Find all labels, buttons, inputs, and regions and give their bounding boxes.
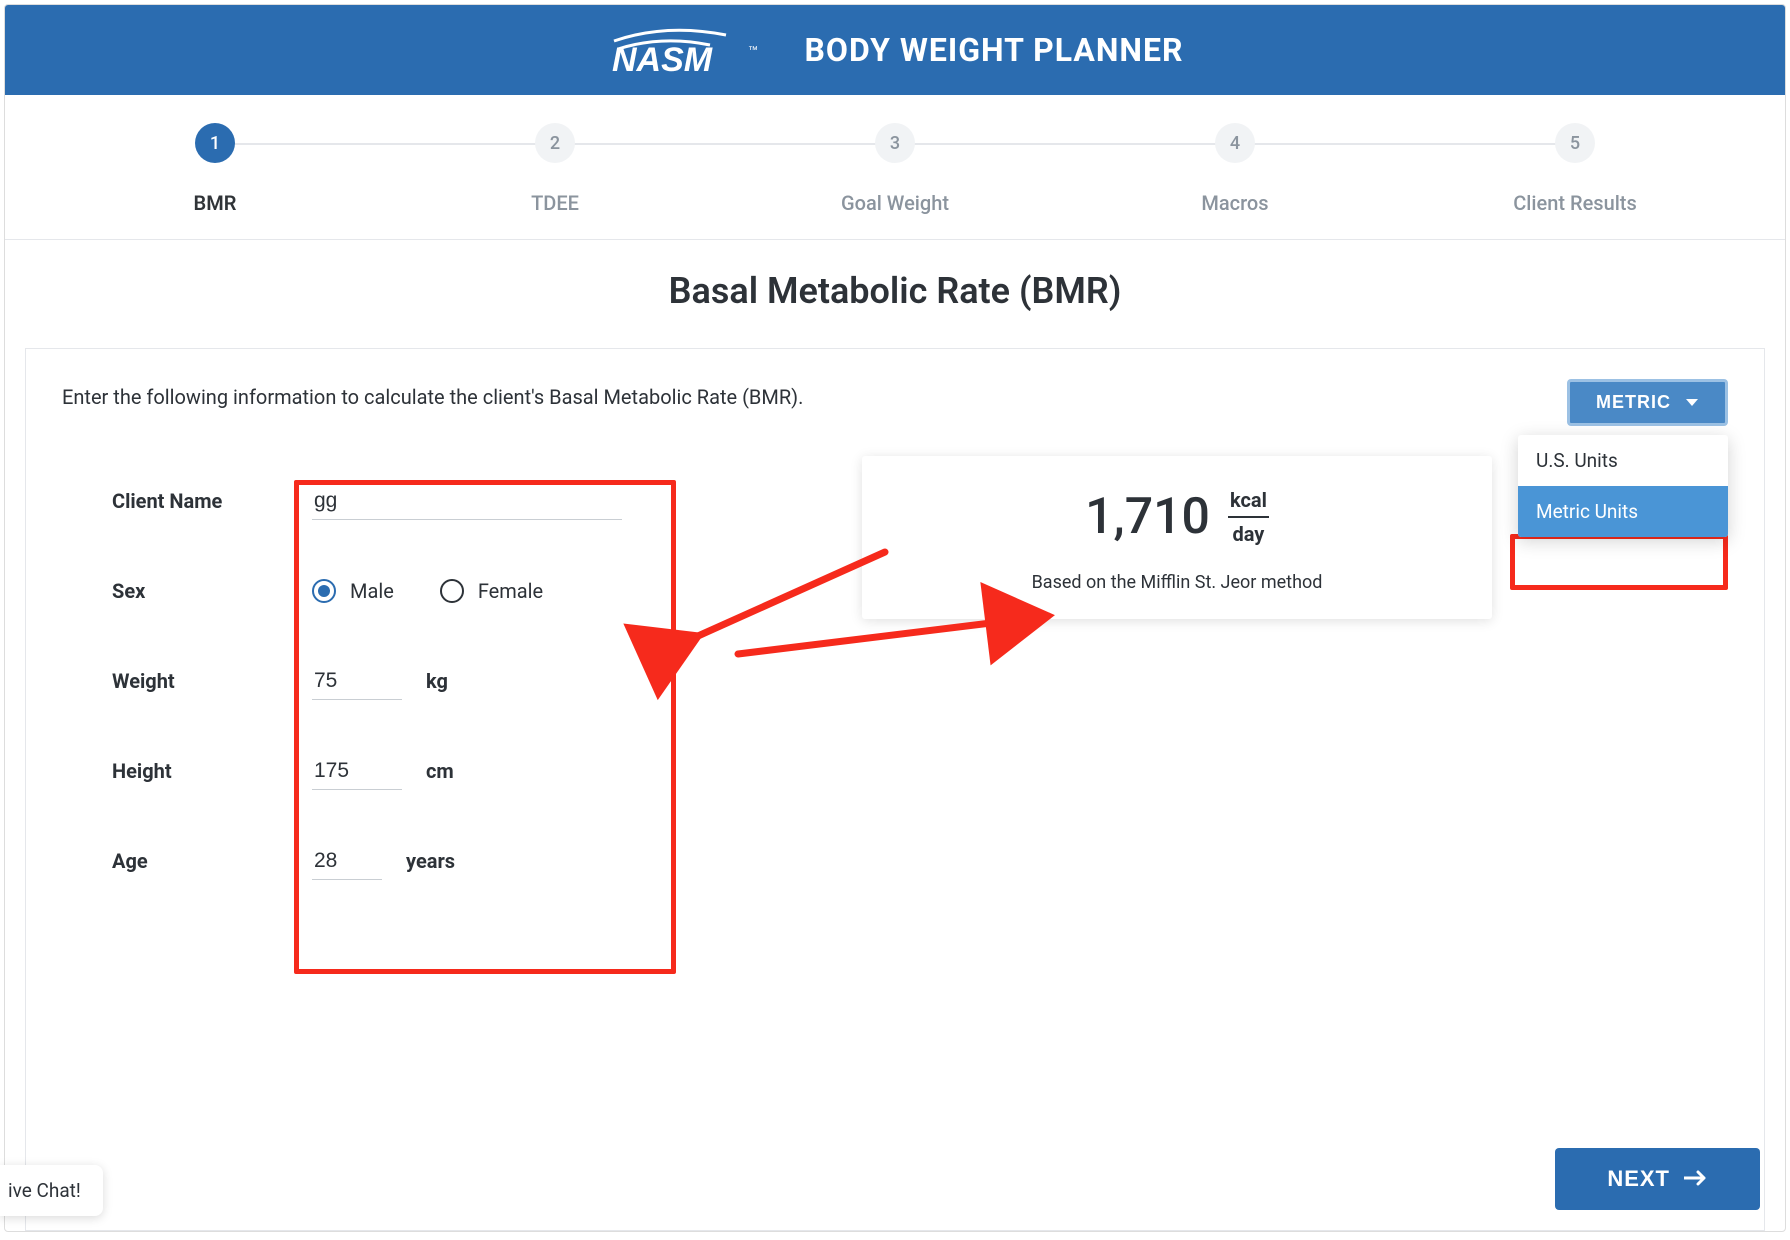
row-weight: Weight kg — [112, 636, 682, 726]
input-age[interactable] — [312, 843, 382, 880]
units-option-metric[interactable]: Metric Units — [1518, 486, 1728, 537]
result-value: 1,710 — [1085, 488, 1210, 546]
step-connector — [555, 143, 895, 145]
radio-female-label: Female — [478, 579, 543, 603]
step-number: 2 — [535, 123, 575, 163]
input-weight[interactable] — [312, 663, 402, 700]
step-connector — [1235, 143, 1575, 145]
unit-age: years — [406, 849, 455, 873]
step-bmr[interactable]: 1 BMR — [45, 123, 385, 215]
form-left: Client Name Sex Male Female — [62, 456, 702, 906]
svg-text:™: ™ — [748, 45, 758, 56]
step-label: Macros — [1201, 191, 1268, 215]
svg-text:NASM: NASM — [612, 41, 713, 77]
result-top: 1,710 kcal day — [892, 488, 1462, 546]
label-age: Age — [112, 849, 312, 873]
step-label: BMR — [194, 191, 237, 215]
arrow-right-icon — [1684, 1166, 1708, 1192]
nasm-logo-icon: NASM ™ — [606, 23, 786, 77]
radio-icon — [312, 579, 336, 603]
units-dropdown-wrap: METRIC U.S. Units Metric Units — [1567, 379, 1728, 426]
next-button[interactable]: NEXT — [1555, 1148, 1760, 1210]
progress-stepper: 1 BMR 2 TDEE 3 Goal Weight 4 Macros 5 Cl… — [5, 95, 1785, 240]
result-unit-bottom: day — [1232, 518, 1264, 546]
step-macros[interactable]: 4 Macros — [1065, 123, 1405, 215]
units-dropdown-menu: U.S. Units Metric Units — [1518, 435, 1728, 537]
next-button-label: NEXT — [1607, 1166, 1670, 1192]
result-unit-fraction: kcal day — [1228, 488, 1269, 546]
step-number: 3 — [875, 123, 915, 163]
bmr-card: Enter the following information to calcu… — [25, 348, 1765, 1231]
step-number: 4 — [1215, 123, 1255, 163]
unit-weight: kg — [426, 669, 448, 693]
step-connector — [895, 143, 1235, 145]
radio-male-label: Male — [350, 579, 394, 603]
input-client-name[interactable] — [312, 483, 622, 520]
app-title: BODY WEIGHT PLANNER — [804, 31, 1183, 69]
live-chat-widget[interactable]: ive Chat! — [4, 1165, 103, 1216]
radio-icon — [440, 579, 464, 603]
units-dropdown-button[interactable]: METRIC — [1567, 379, 1728, 426]
row-age: Age years — [112, 816, 682, 906]
app-header: NASM ™ BODY WEIGHT PLANNER — [5, 5, 1785, 95]
page-title: Basal Metabolic Rate (BMR) — [25, 270, 1765, 312]
step-tdee[interactable]: 2 TDEE — [385, 123, 725, 215]
chat-label: ive Chat! — [8, 1179, 81, 1202]
radio-female[interactable]: Female — [440, 579, 543, 603]
unit-height: cm — [426, 759, 454, 783]
instruction-text: Enter the following information to calcu… — [62, 379, 803, 409]
row-client-name: Client Name — [112, 456, 682, 546]
result-unit-top: kcal — [1228, 488, 1269, 518]
caret-down-icon — [1685, 392, 1699, 413]
step-label: Client Results — [1513, 191, 1637, 215]
sex-radio-group: Male Female — [312, 579, 543, 603]
radio-male[interactable]: Male — [312, 579, 394, 603]
card-topbar: Enter the following information to calcu… — [62, 379, 1728, 426]
step-label: TDEE — [531, 191, 579, 215]
label-client-name: Client Name — [112, 489, 312, 513]
step-connector — [215, 143, 555, 145]
form-area: Client Name Sex Male Female — [62, 456, 1728, 906]
step-goal-weight[interactable]: 3 Goal Weight — [725, 123, 1065, 215]
step-client-results[interactable]: 5 Client Results — [1405, 123, 1745, 215]
app-frame: NASM ™ BODY WEIGHT PLANNER 1 BMR 2 TDEE … — [4, 4, 1786, 1232]
step-number: 5 — [1555, 123, 1595, 163]
label-sex: Sex — [112, 579, 312, 603]
row-sex: Sex Male Female — [112, 546, 682, 636]
step-number: 1 — [195, 123, 235, 163]
label-weight: Weight — [112, 669, 312, 693]
input-height[interactable] — [312, 753, 402, 790]
row-height: Height cm — [112, 726, 682, 816]
units-button-label: METRIC — [1596, 392, 1671, 413]
step-label: Goal Weight — [841, 191, 949, 215]
content-area: Basal Metabolic Rate (BMR) Enter the fol… — [5, 240, 1785, 1231]
result-method: Based on the Mifflin St. Jeor method — [892, 572, 1462, 593]
bmr-result-card: 1,710 kcal day Based on the Mifflin St. … — [862, 456, 1492, 619]
units-option-us[interactable]: U.S. Units — [1518, 435, 1728, 486]
label-height: Height — [112, 759, 312, 783]
